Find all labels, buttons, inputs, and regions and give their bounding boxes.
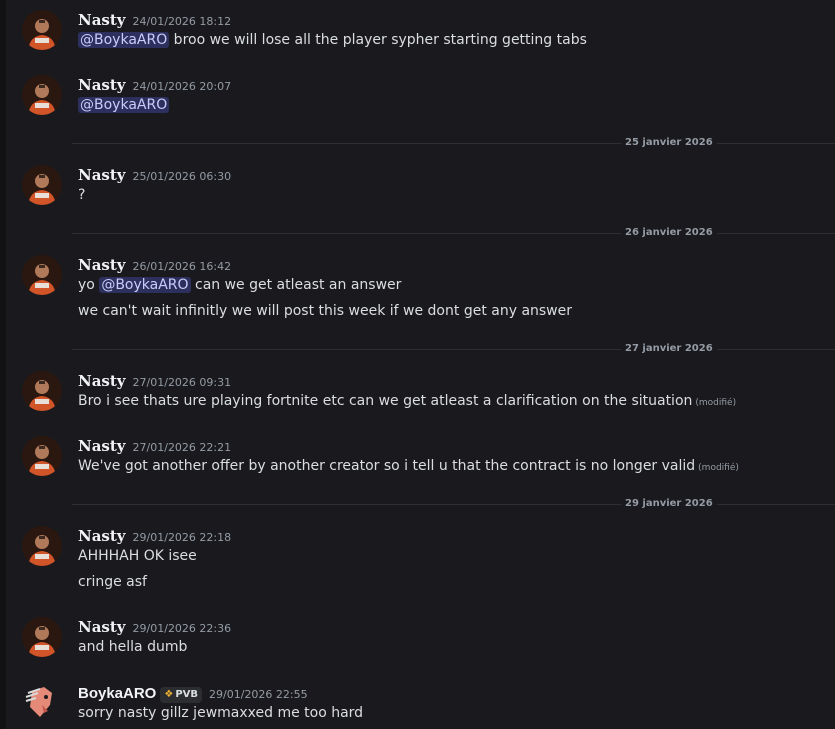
timestamp[interactable]: 29/01/2026 22:55 [209, 688, 308, 701]
server-tag-badge[interactable]: ❖ PVB [160, 687, 203, 703]
timestamp[interactable]: 24/01/2026 20:07 [133, 80, 232, 93]
date-divider: 29 janvier 2026 [72, 497, 835, 511]
message-text: cringe asf [78, 574, 147, 590]
date-divider-label: 25 janvier 2026 [621, 136, 717, 150]
author-name[interactable]: Nasty [78, 437, 126, 455]
message-text: @BoykaARO [78, 95, 170, 115]
edited-label: (modifié) [698, 463, 739, 473]
timestamp[interactable]: 29/01/2026 22:36 [133, 622, 232, 635]
avatar[interactable] [22, 255, 62, 295]
avatar[interactable] [22, 165, 62, 205]
timestamp[interactable]: 25/01/2026 06:30 [133, 170, 232, 183]
author-name[interactable]: Nasty [78, 76, 126, 94]
message-text: We've got another offer by another creat… [78, 458, 739, 474]
avatar[interactable] [22, 10, 62, 50]
author-name[interactable]: Nasty [78, 256, 126, 274]
avatar[interactable] [22, 371, 62, 411]
message-text: and hella dumb [78, 639, 188, 655]
edited-label: (modifié) [695, 398, 737, 408]
timestamp[interactable]: 24/01/2026 18:12 [133, 15, 232, 28]
date-divider: 25 janvier 2026 [72, 136, 835, 150]
author-name[interactable]: Nasty [78, 618, 126, 636]
date-divider-label: 29 janvier 2026 [621, 497, 717, 511]
user-mention[interactable]: @BoykaARO [78, 32, 170, 48]
avatar[interactable] [22, 75, 62, 115]
author-name[interactable]: Nasty [78, 527, 126, 545]
date-divider-label: 26 janvier 2026 [621, 226, 717, 240]
date-divider: 27 janvier 2026 [72, 342, 835, 356]
message-text: AHHHAH OK isee [78, 548, 197, 564]
avatar[interactable] [22, 526, 62, 566]
timestamp[interactable]: 29/01/2026 22:18 [133, 531, 232, 544]
author-name[interactable]: Nasty [78, 372, 126, 390]
message-text: ? [78, 187, 86, 203]
date-divider: 26 janvier 2026 [72, 226, 835, 240]
timestamp[interactable]: 27/01/2026 09:31 [133, 376, 232, 389]
author-name[interactable]: BoykaARO [78, 685, 156, 702]
message-text: Bro i see thats ure playing fortnite etc… [78, 393, 737, 409]
author-name[interactable]: Nasty [78, 11, 126, 29]
author-name[interactable]: Nasty [78, 166, 126, 184]
tag-icon: ❖ [164, 689, 174, 700]
avatar[interactable] [22, 436, 62, 476]
message-text: we can't wait infinitly we will post thi… [78, 303, 573, 319]
user-mention[interactable]: @BoykaARO [99, 277, 191, 293]
avatar[interactable] [22, 617, 62, 657]
avatar[interactable] [22, 683, 62, 723]
timestamp[interactable]: 26/01/2026 16:42 [133, 260, 232, 273]
user-mention[interactable]: @BoykaARO [78, 97, 170, 113]
message-text: @BoykaARO broo we will lose all the play… [78, 32, 587, 48]
message-list[interactable]: Nasty 24/01/2026 18:12 @BoykaARO broo we … [6, 0, 835, 729]
timestamp[interactable]: 27/01/2026 22:21 [133, 441, 232, 454]
date-divider-label: 27 janvier 2026 [621, 342, 717, 356]
message-text: yo @BoykaARO can we get atleast an answe… [78, 277, 402, 293]
message-text: sorry nasty gillz jewmaxxed me too hard [78, 705, 364, 721]
